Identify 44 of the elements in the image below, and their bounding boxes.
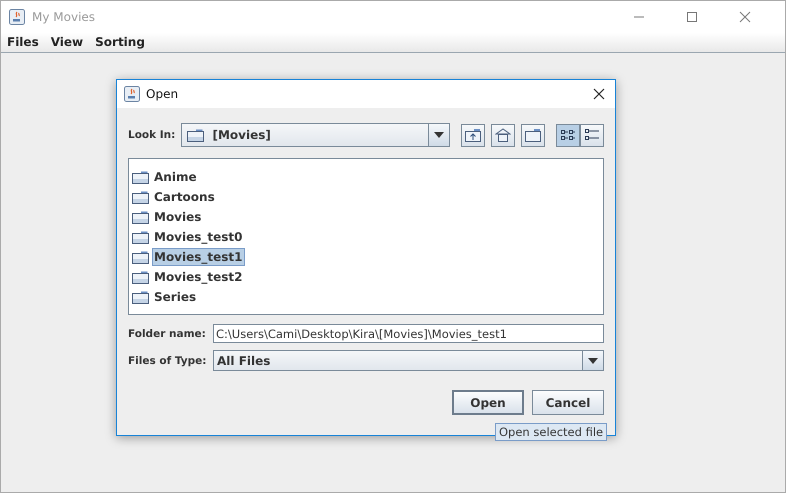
field-label: Files of Type: bbox=[128, 354, 208, 366]
list-view-icon bbox=[560, 128, 576, 142]
folder-icon bbox=[187, 128, 204, 142]
look-in-dropdown[interactable]: [Movies] bbox=[181, 123, 450, 147]
folder-icon bbox=[132, 230, 149, 244]
folder-item[interactable]: Series bbox=[152, 288, 198, 306]
up-folder-button[interactable] bbox=[461, 124, 485, 146]
folder-item[interactable]: Movies bbox=[152, 208, 204, 226]
close-icon[interactable] bbox=[593, 88, 605, 100]
tooltip: Open selected file bbox=[495, 423, 608, 441]
folder-icon bbox=[132, 250, 149, 264]
folder-icon bbox=[132, 190, 149, 204]
house-icon bbox=[495, 128, 511, 142]
folder-item[interactable]: Movies_test0 bbox=[152, 228, 245, 246]
dropdown-arrow-icon bbox=[588, 358, 598, 364]
maximize-icon[interactable] bbox=[686, 10, 698, 22]
folder-icon bbox=[132, 290, 149, 304]
folder-item[interactable]: Cartoons bbox=[152, 188, 217, 206]
folder-item[interactable]: Movies_test1 bbox=[152, 248, 245, 266]
dialog-title: Open bbox=[146, 87, 178, 101]
folder-name-field[interactable]: C:\Users\Cami\Desktop\Kira\[Movies]\Movies_test1 bbox=[213, 324, 604, 343]
folder-icon bbox=[132, 270, 149, 284]
dropdown-arrow-icon bbox=[434, 132, 444, 138]
list-view-button[interactable] bbox=[556, 124, 580, 146]
folder-icon bbox=[132, 210, 149, 224]
details-view-button[interactable] bbox=[580, 124, 604, 146]
home-button[interactable] bbox=[491, 124, 515, 146]
menu-item[interactable]: View bbox=[50, 35, 84, 49]
details-view-icon bbox=[584, 128, 600, 142]
field-label: Folder name: bbox=[128, 328, 207, 340]
new-folder-button[interactable] bbox=[521, 124, 545, 146]
file-type-dropdown[interactable]: All Files bbox=[213, 350, 604, 371]
folder-item[interactable]: Movies_test2 bbox=[152, 268, 245, 286]
menu-item[interactable]: Files bbox=[7, 35, 39, 49]
folder-item[interactable]: Anime bbox=[152, 168, 199, 186]
open-button[interactable]: Open bbox=[452, 390, 524, 415]
menu-item[interactable]: Sorting bbox=[95, 35, 145, 49]
window-title: My Movies bbox=[32, 10, 96, 24]
cup-icon bbox=[9, 8, 25, 24]
folder-icon bbox=[525, 128, 541, 142]
field-label: Look In: bbox=[128, 129, 176, 141]
cancel-button[interactable]: Cancel bbox=[532, 390, 604, 415]
folder-icon bbox=[132, 170, 149, 184]
cup-icon bbox=[124, 86, 140, 102]
